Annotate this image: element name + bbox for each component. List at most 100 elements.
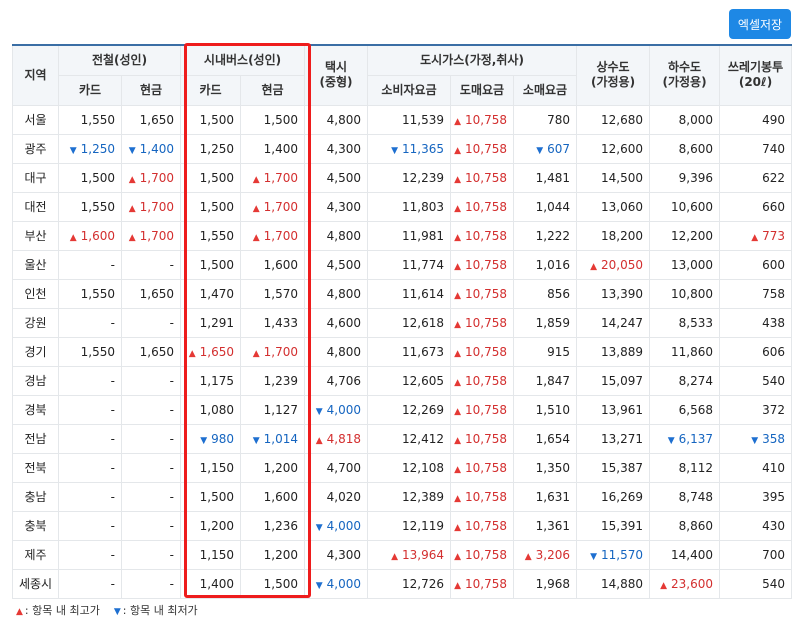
cell-value: 3,206 <box>535 547 571 562</box>
cell-value: - <box>169 431 175 446</box>
cell-value: 1,500 <box>199 257 235 272</box>
value-cell: - <box>120 539 182 570</box>
value-cell: 1,968 <box>513 568 578 599</box>
header-region: 지역 <box>12 44 59 106</box>
cell-value: 4,700 <box>326 460 362 475</box>
cell-value: - <box>110 315 115 330</box>
region-cell: 전남 <box>12 423 59 454</box>
cell-value: 1,236 <box>263 518 299 533</box>
value-cell: 10,600 <box>649 191 721 222</box>
cell-value: 13,271 <box>601 431 644 446</box>
cell-value: 1,700 <box>263 199 299 214</box>
value-cell: 430 <box>719 510 793 541</box>
table-row: 울산 - -1,500 1,600 4,500 11,774 ▲ 10,758 1,016 ▲ 20… <box>12 249 793 280</box>
header-gas-consumer: 소비자요금 <box>367 74 452 106</box>
region-cell: 제주 <box>12 539 59 570</box>
value-cell: 12,269 <box>367 394 452 425</box>
cell-value: 1,500 <box>199 199 235 214</box>
value-cell: 490 <box>719 104 793 135</box>
value-cell: 14,400 <box>649 539 721 570</box>
cell-value: 1,650 <box>199 344 235 359</box>
value-cell: 1,550 <box>58 278 122 309</box>
cell-value: 1,500 <box>199 112 235 127</box>
cell-value: 8,533 <box>678 315 714 330</box>
value-cell: ▲ 20,050 <box>576 249 651 280</box>
value-cell: 1,500 <box>180 162 242 193</box>
cell-value: 1,847 <box>535 373 571 388</box>
cell-value: 15,391 <box>601 518 644 533</box>
excel-save-button[interactable]: 엑셀저장 <box>729 9 791 39</box>
cell-value: - <box>110 257 115 272</box>
value-cell: - <box>120 394 182 425</box>
value-cell: ▲ 773 <box>719 220 793 251</box>
cell-value: 11,774 <box>402 257 445 272</box>
value-cell: 700 <box>719 539 793 570</box>
cell-value: 1,550 <box>80 344 115 359</box>
value-cell: 1,550 <box>180 220 242 251</box>
value-cell: 1,400 <box>180 568 242 599</box>
cell-value: 1,350 <box>535 460 571 475</box>
cell-value: 1,700 <box>139 199 175 214</box>
header-subway: 전철(성인) <box>57 44 182 76</box>
value-cell: 9,396 <box>649 162 721 193</box>
cell-value: - <box>169 315 175 330</box>
value-cell: - <box>120 365 182 396</box>
cell-value: 1,150 <box>199 460 235 475</box>
cell-value: 1,631 <box>535 489 571 504</box>
triangle-up-icon: ▲ <box>454 435 462 446</box>
cell-value: 13,390 <box>601 286 644 301</box>
value-cell: - <box>58 307 122 338</box>
cell-value: 10,758 <box>465 576 508 591</box>
cell-value: 1,968 <box>535 576 571 591</box>
value-cell: 12,389 <box>367 481 452 512</box>
value-cell: 395 <box>719 481 793 512</box>
value-cell: 8,860 <box>649 510 721 541</box>
value-cell: 4,300 <box>304 191 369 222</box>
cell-value: 1,400 <box>199 576 235 591</box>
value-cell: 1,400 <box>240 133 306 164</box>
cell-value: 8,860 <box>678 518 714 533</box>
cell-value: 1,550 <box>80 286 115 301</box>
value-cell: 1,470 <box>180 278 242 309</box>
cell-value: 12,726 <box>402 576 445 591</box>
cell-value: 12,269 <box>402 402 445 417</box>
cell-value: 607 <box>547 141 571 156</box>
value-cell: 438 <box>719 307 793 338</box>
value-cell: 4,800 <box>304 278 369 309</box>
value-cell: 10,800 <box>649 278 721 309</box>
value-cell: - <box>120 452 182 483</box>
value-cell: ▲ 10,758 <box>450 278 515 309</box>
cell-value: 10,758 <box>465 402 508 417</box>
value-cell: ▼ 1,250 <box>58 133 122 164</box>
value-cell: 12,618 <box>367 307 452 338</box>
cell-value: 4,020 <box>326 489 362 504</box>
cell-value: - <box>110 460 115 475</box>
triangle-down-icon: ▼ <box>315 406 323 417</box>
value-cell: 1,654 <box>513 423 578 454</box>
cell-value: 4,818 <box>326 431 362 446</box>
cell-value: 12,239 <box>402 170 445 185</box>
value-cell: 13,000 <box>649 249 721 280</box>
value-cell: 1,200 <box>240 539 306 570</box>
cell-value: - <box>110 431 115 446</box>
cell-value: 8,600 <box>678 141 714 156</box>
table-row: 부산 ▲ 1,600 ▲ 1,700 1,550 ▲ 1,700 4,800 11,981 ▲ 10,… <box>12 220 793 251</box>
value-cell: 12,119 <box>367 510 452 541</box>
cell-value: - <box>169 576 175 591</box>
table-row: 서울 1,550 1,650 1,500 1,500 4,800 11,539 ▲ 10,758… <box>12 104 793 135</box>
region-cell: 세종시 <box>12 568 59 599</box>
triangle-up-icon: ▲ <box>252 203 260 214</box>
cell-value: 12,618 <box>402 315 445 330</box>
value-cell: 1,500 <box>180 249 242 280</box>
value-cell: - <box>58 539 122 570</box>
cell-value: 10,758 <box>465 141 508 156</box>
value-cell: 1,150 <box>180 452 242 483</box>
value-cell: 11,803 <box>367 191 452 222</box>
value-cell: 4,800 <box>304 104 369 135</box>
cell-value: 622 <box>762 170 786 185</box>
cell-value: 1,650 <box>139 344 175 359</box>
value-cell: 1,550 <box>58 191 122 222</box>
cell-value: 1,550 <box>80 199 115 214</box>
cell-value: 13,889 <box>601 344 644 359</box>
value-cell: ▲ 10,758 <box>450 481 515 512</box>
